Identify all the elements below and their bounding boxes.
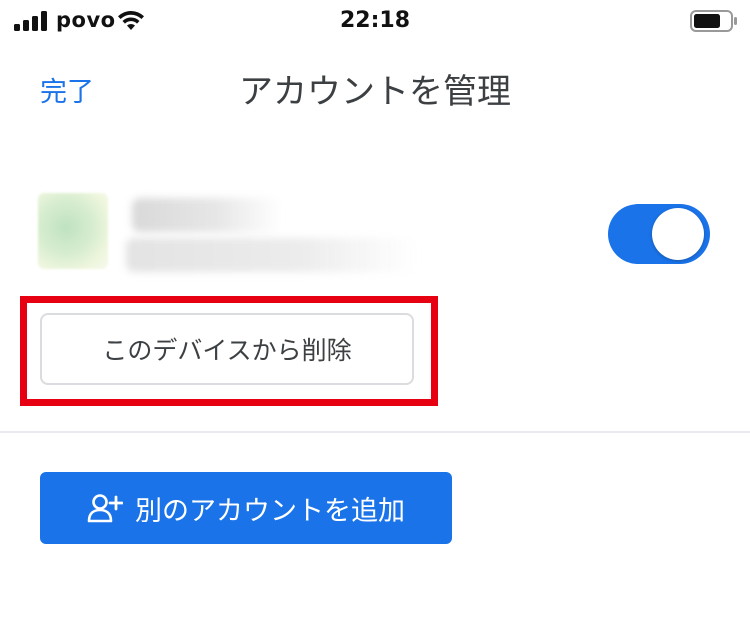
person-add-icon [87,494,123,523]
status-time: 22:18 [339,8,411,33]
account-email-redacted [126,238,416,272]
avatar [38,193,108,269]
divider [0,431,750,433]
page-title: アカウントを管理 [239,72,511,112]
add-account-label: 別のアカウントを追加 [135,495,405,527]
account-toggle[interactable] [608,204,710,264]
remove-from-device-button[interactable]: このデバイスから削除 [40,313,414,385]
status-bar: povo 22:18 [0,0,750,44]
account-name-redacted [132,198,282,232]
battery-icon [690,10,737,32]
toggle-knob [652,208,704,260]
add-account-button[interactable]: 別のアカウントを追加 [40,472,452,544]
